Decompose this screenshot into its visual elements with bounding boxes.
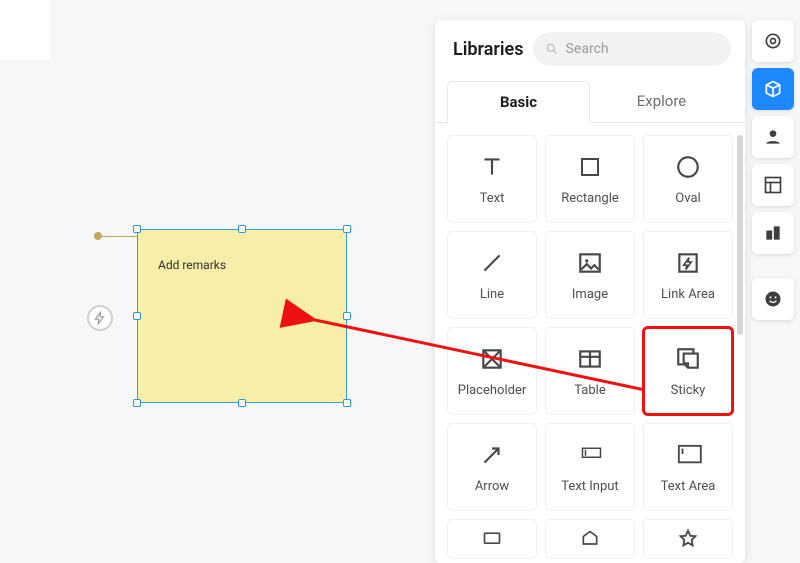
side-btn-layout[interactable] (752, 164, 794, 206)
palette-item-table[interactable]: Table (545, 327, 635, 415)
emoji-icon (763, 289, 783, 309)
palette-item-sticky[interactable]: Sticky (643, 327, 733, 415)
side-btn-assets[interactable] (752, 212, 794, 254)
palette-label: Sticky (671, 383, 706, 398)
shape-icon (478, 525, 506, 553)
palette-item-linkarea[interactable]: Link Area (643, 231, 733, 319)
left-blank-strip (0, 0, 50, 60)
palette-item-textinput[interactable]: Text Input (545, 423, 635, 511)
search-icon (545, 41, 559, 57)
linkarea-icon (674, 249, 702, 277)
tab-explore-label: Explore (637, 92, 687, 110)
palette-item-textarea[interactable]: Text Area (643, 423, 733, 511)
guide-line (98, 236, 138, 237)
palette-label: Oval (675, 191, 700, 206)
sticky-note-text[interactable]: Add remarks (158, 258, 226, 272)
palette-label: Line (480, 287, 504, 302)
buildings-icon (763, 223, 783, 243)
text-icon (478, 153, 506, 181)
side-btn-target[interactable] (752, 20, 794, 62)
palette-item-more-1[interactable] (447, 519, 537, 559)
tab-basic[interactable]: Basic (447, 81, 590, 123)
image-icon (576, 249, 604, 277)
side-btn-components[interactable] (752, 68, 794, 110)
target-icon (763, 31, 783, 51)
user-icon (763, 127, 783, 147)
sticky-icon (674, 345, 702, 373)
search-field[interactable] (533, 32, 731, 66)
textinput-icon (576, 441, 604, 469)
table-icon (576, 345, 604, 373)
palette-label: Table (574, 383, 605, 398)
palette-item-oval[interactable]: Oval (643, 135, 733, 223)
palette-scroll[interactable]: Text Rectangle Oval Line Image Link Area (435, 123, 745, 563)
palette-label: Arrow (475, 479, 509, 494)
tab-explore[interactable]: Explore (590, 80, 733, 122)
panel-title: Libraries (453, 39, 523, 60)
interaction-badge[interactable] (87, 305, 113, 331)
palette-item-rectangle[interactable]: Rectangle (545, 135, 635, 223)
search-input[interactable] (566, 41, 719, 57)
oval-icon (674, 153, 702, 181)
cube-icon (763, 79, 783, 99)
palette-label: Link Area (661, 287, 715, 302)
palette-item-more-3[interactable] (643, 519, 733, 559)
palette-item-more-2[interactable] (545, 519, 635, 559)
palette-item-text[interactable]: Text (447, 135, 537, 223)
palette-label: Rectangle (561, 191, 619, 206)
star-icon (674, 525, 702, 553)
palette-label: Text (480, 191, 505, 206)
palette-label: Text Area (661, 479, 716, 494)
palette-label: Text Input (561, 479, 618, 494)
panel-tabs: Basic Explore (435, 74, 745, 123)
side-btn-user[interactable] (752, 116, 794, 158)
panel-header: Libraries (435, 20, 745, 74)
guide-origin-dot (94, 232, 102, 240)
lightning-icon (93, 311, 107, 325)
placeholder-icon (478, 345, 506, 373)
rectangle-icon (576, 153, 604, 181)
palette-item-line[interactable]: Line (447, 231, 537, 319)
line-icon (478, 249, 506, 277)
side-toolbar (752, 20, 794, 320)
palette-label: Placeholder (458, 383, 527, 398)
layout-icon (763, 175, 783, 195)
textarea-icon (674, 441, 702, 469)
palette-item-placeholder[interactable]: Placeholder (447, 327, 537, 415)
shape-icon (576, 525, 604, 553)
libraries-panel: Libraries Basic Explore Text Rectangle O… (435, 20, 745, 563)
arrow-icon (478, 441, 506, 469)
tab-basic-label: Basic (500, 93, 537, 111)
palette-item-image[interactable]: Image (545, 231, 635, 319)
side-btn-emoji[interactable] (752, 278, 794, 320)
palette-grid: Text Rectangle Oval Line Image Link Area (447, 135, 745, 559)
palette-label: Image (572, 287, 608, 302)
palette-item-arrow[interactable]: Arrow (447, 423, 537, 511)
scrollbar-thumb[interactable] (737, 135, 743, 335)
sticky-note-element[interactable]: Add remarks (137, 229, 347, 403)
